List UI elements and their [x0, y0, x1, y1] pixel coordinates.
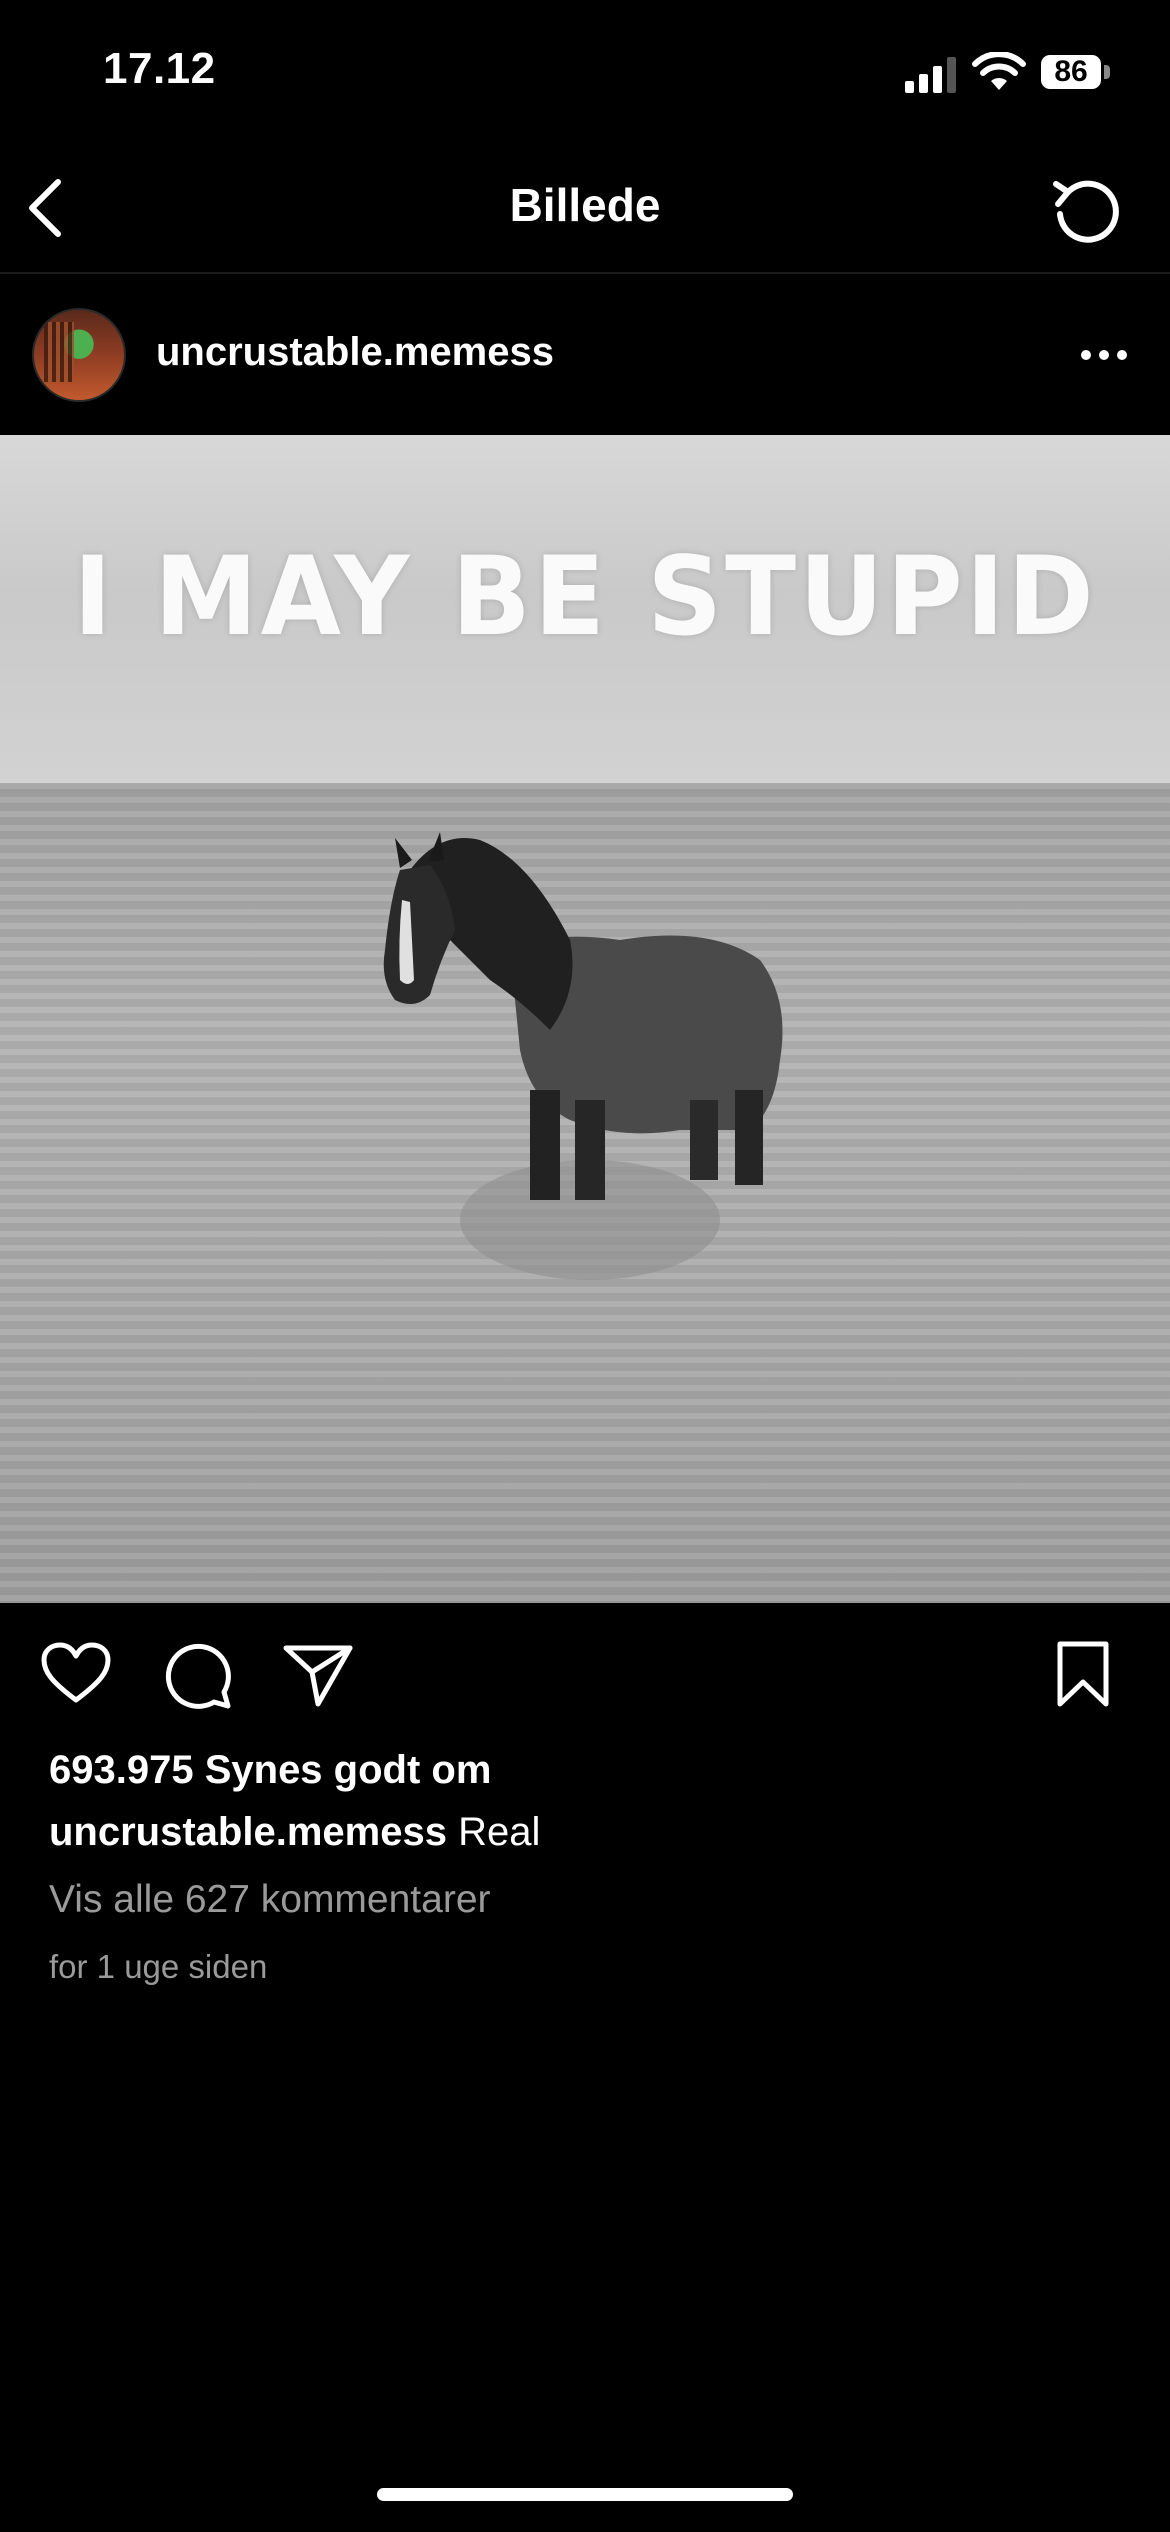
post-timestamp: for 1 uge siden: [49, 1948, 268, 1985]
share-icon[interactable]: [282, 1642, 354, 1708]
post-image[interactable]: I MAY BE STUPID: [0, 435, 1170, 1603]
likes-count[interactable]: 693.975 Synes godt om: [49, 1748, 491, 1793]
horse-image: [383, 832, 783, 1280]
status-time: 17.12: [103, 44, 216, 93]
signal-icon: [905, 57, 956, 93]
caption: uncrustable.memess Real: [49, 1810, 540, 1855]
avatar[interactable]: [32, 308, 126, 402]
page-title: Billede: [509, 179, 661, 231]
comment-icon[interactable]: [162, 1640, 234, 1712]
post-username[interactable]: uncrustable.memess: [156, 330, 554, 375]
battery-icon: 86: [1041, 55, 1101, 89]
caption-username[interactable]: uncrustable.memess: [49, 1810, 447, 1854]
more-icon[interactable]: [1076, 340, 1132, 370]
heart-icon[interactable]: [40, 1642, 112, 1706]
refresh-icon[interactable]: [1048, 170, 1124, 246]
avatar-detail: [44, 322, 74, 382]
wifi-icon: [972, 52, 1026, 90]
divider: [0, 272, 1170, 274]
battery-nub: [1104, 65, 1110, 79]
view-comments-link[interactable]: Vis alle 627 kommentarer: [49, 1878, 491, 1922]
bookmark-icon[interactable]: [1054, 1640, 1112, 1708]
meme-caption: I MAY BE STUPID: [73, 531, 1097, 661]
home-indicator[interactable]: [377, 2488, 793, 2501]
caption-text: Real: [458, 1810, 541, 1854]
